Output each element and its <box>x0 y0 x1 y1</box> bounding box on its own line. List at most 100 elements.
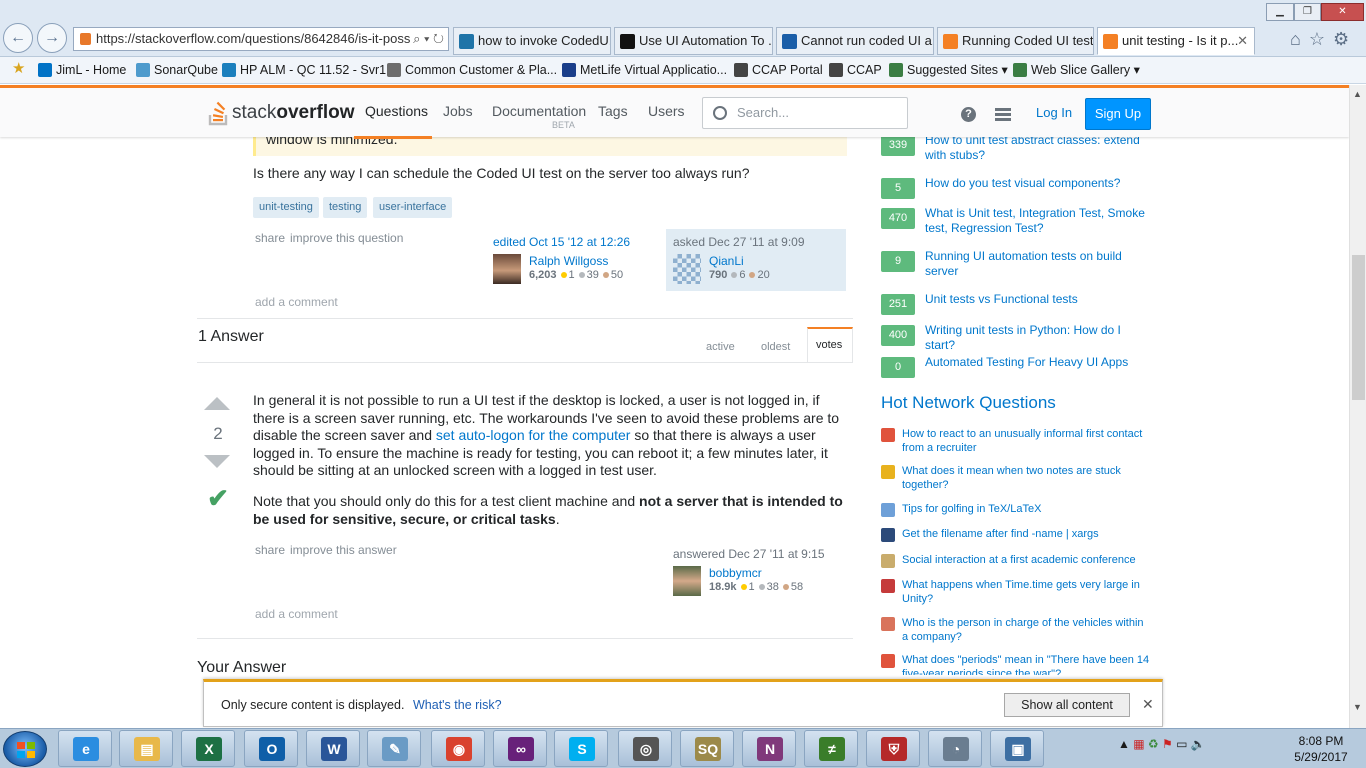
search-input[interactable]: Search... <box>702 97 908 129</box>
avatar[interactable] <box>673 254 701 284</box>
favorite-link[interactable]: CCAP <box>829 61 882 79</box>
favorite-link[interactable]: HP ALM - QC 11.52 - Svr1 <box>222 61 386 79</box>
gear-icon[interactable]: ⚙ <box>1333 29 1357 49</box>
browser-tab[interactable]: Running Coded UI test... <box>937 27 1094 55</box>
tab-votes[interactable]: votes <box>807 327 853 363</box>
edited-time-link[interactable]: Oct 15 '12 at 12:26 <box>529 235 630 249</box>
nav-questions[interactable]: Questions <box>365 103 428 119</box>
question-share-link[interactable]: share <box>255 231 285 245</box>
taskbar-app-button[interactable]: W <box>306 730 360 767</box>
hot-question-link[interactable]: Get the filename after find -name | xarg… <box>902 527 1150 541</box>
taskbar-app-button[interactable]: O <box>244 730 298 767</box>
nav-tags[interactable]: Tags <box>598 103 628 119</box>
browser-tab[interactable]: unit testing - Is it p... ✕ <box>1097 27 1255 55</box>
scroll-up-icon[interactable]: ▲ <box>1353 89 1362 99</box>
close-tab-icon[interactable]: ✕ <box>1237 28 1248 54</box>
tab-active[interactable]: active <box>706 341 735 353</box>
answer-share-link[interactable]: share <box>255 543 285 557</box>
edited-prefix[interactable]: edited <box>493 235 529 249</box>
whats-the-risk-link[interactable]: What's the risk? <box>413 698 502 712</box>
hot-network-title[interactable]: Hot Network Questions <box>881 393 1056 413</box>
restore-button[interactable]: ❐ <box>1294 3 1321 21</box>
update-icon[interactable]: ♻ <box>1148 737 1159 751</box>
favorite-link[interactable]: Suggested Sites ▾ <box>889 61 1008 79</box>
hot-question[interactable]: Who is the person in charge of the vehic… <box>881 616 1151 646</box>
related-question[interactable]: 339 How to unit test abstract classes: ex… <box>881 133 1151 169</box>
improve-question-link[interactable]: improve this question <box>290 231 403 245</box>
taskbar-clock[interactable]: 8:08 PM 5/29/2017 <box>1288 733 1354 765</box>
related-title-link[interactable]: Writing unit tests in Python: How do I s… <box>925 323 1153 353</box>
notification-close-icon[interactable]: ✕ <box>1142 696 1154 713</box>
taskbar-app-button[interactable]: e <box>58 730 112 767</box>
hot-question-link[interactable]: What does "periods" mean in "There have … <box>902 653 1150 675</box>
close-button[interactable]: ✕ <box>1321 3 1364 21</box>
minimize-button[interactable]: ▁ <box>1266 3 1294 21</box>
taskbar-app-button[interactable]: ◔ <box>928 730 982 767</box>
taskbar-app-button[interactable]: ▣ <box>990 730 1044 767</box>
back-button[interactable]: ← <box>3 23 33 53</box>
favorite-link[interactable]: JimL - Home <box>38 61 126 79</box>
address-tools[interactable]: ⌕ ▾ ↻ <box>413 28 444 50</box>
hot-question-link[interactable]: How to react to an unusually informal fi… <box>902 427 1150 455</box>
volume-icon[interactable]: 🔈 <box>1191 737 1206 751</box>
hot-question-link[interactable]: Who is the person in charge of the vehic… <box>902 616 1150 644</box>
question-add-comment-link[interactable]: add a comment <box>255 295 338 309</box>
hot-question[interactable]: What does it mean when two notes are stu… <box>881 464 1151 494</box>
browser-tab[interactable]: Use UI Automation To ... <box>614 27 773 55</box>
user-name-link[interactable]: Ralph Willgoss <box>529 254 608 268</box>
related-title-link[interactable]: Unit tests vs Functional tests <box>925 292 1153 307</box>
answered-time-text[interactable]: Dec 27 '11 at 9:15 <box>728 547 824 561</box>
add-favorite-star-icon[interactable]: ★ <box>12 60 25 78</box>
related-question[interactable]: 400 Writing unit tests in Python: How do … <box>881 323 1153 359</box>
hot-question-link[interactable]: What happens when Time.time gets very la… <box>902 578 1150 606</box>
related-title-link[interactable]: What is Unit test, Integration Test, Smo… <box>925 206 1153 236</box>
avatar[interactable] <box>673 566 701 596</box>
related-title-link[interactable]: Automated Testing For Heavy UI Apps <box>925 355 1153 370</box>
nav-jobs[interactable]: Jobs <box>443 103 473 119</box>
improve-answer-link[interactable]: improve this answer <box>290 543 397 557</box>
display-icon[interactable]: ▭ <box>1176 737 1187 751</box>
related-title-link[interactable]: Running UI automation tests on build ser… <box>925 249 1153 279</box>
address-bar[interactable]: https://stackoverflow.com/questions/8642… <box>73 27 449 51</box>
home-icon[interactable]: ⌂ <box>1290 29 1309 49</box>
favorites-star-icon[interactable]: ☆ <box>1309 29 1333 49</box>
scroll-down-icon[interactable]: ▼ <box>1353 702 1362 712</box>
scroll-thumb[interactable] <box>1352 255 1365 400</box>
show-all-content-button[interactable]: Show all content <box>1004 693 1130 717</box>
favorite-link[interactable]: CCAP Portal <box>734 61 823 79</box>
upvote-button[interactable] <box>204 397 232 410</box>
favorite-link[interactable]: SonarQube <box>136 61 218 79</box>
hot-question[interactable]: What does "periods" mean in "There have … <box>881 653 1151 675</box>
nav-users[interactable]: Users <box>648 103 685 119</box>
network-icon[interactable]: ▦ <box>1133 737 1144 751</box>
tab-oldest[interactable]: oldest <box>761 341 790 353</box>
review-queue-icon[interactable] <box>995 108 1011 122</box>
tag-unit-testing[interactable]: unit-testing <box>253 197 319 218</box>
taskbar-app-button[interactable]: ◉ <box>431 730 485 767</box>
user-name-link[interactable]: bobbymcr <box>709 566 762 580</box>
auto-logon-link[interactable]: set auto-logon for the computer <box>436 427 631 443</box>
taskbar-app-button[interactable]: ≠ <box>804 730 858 767</box>
related-question[interactable]: 9 Running UI automation tests on build se… <box>881 249 1153 285</box>
start-button[interactable] <box>3 731 47 767</box>
browser-tab[interactable]: Cannot run coded UI a... <box>776 27 934 55</box>
taskbar-app-button[interactable]: ∞ <box>493 730 547 767</box>
related-question[interactable]: 0 Automated Testing For Heavy UI Apps <box>881 355 1153 391</box>
downvote-button[interactable] <box>204 455 232 468</box>
flag-icon[interactable]: ⚑ <box>1162 737 1173 751</box>
hot-question[interactable]: How to react to an unusually informal fi… <box>881 427 1151 457</box>
nav-documentation[interactable]: Documentation <box>492 103 586 119</box>
hot-question-link[interactable]: What does it mean when two notes are stu… <box>902 464 1150 492</box>
related-question[interactable]: 470 What is Unit test, Integration Test, … <box>881 206 1153 242</box>
taskbar-app-button[interactable]: ✎ <box>367 730 421 767</box>
related-title-link[interactable]: How do you test visual components? <box>925 176 1153 191</box>
tag-user-interface[interactable]: user-interface <box>373 197 453 218</box>
forward-button[interactable]: → <box>37 23 67 53</box>
favorite-link[interactable]: Web Slice Gallery ▾ <box>1013 61 1140 79</box>
login-link[interactable]: Log In <box>1036 105 1072 120</box>
asked-time-text[interactable]: Dec 27 '11 at 9:09 <box>708 235 804 249</box>
tag-testing[interactable]: testing <box>323 197 368 218</box>
hot-question-link[interactable]: Social interaction at a first academic c… <box>902 553 1150 567</box>
signup-button[interactable]: Sign Up <box>1085 98 1151 130</box>
favorite-link[interactable]: Common Customer & Pla... <box>387 61 557 79</box>
